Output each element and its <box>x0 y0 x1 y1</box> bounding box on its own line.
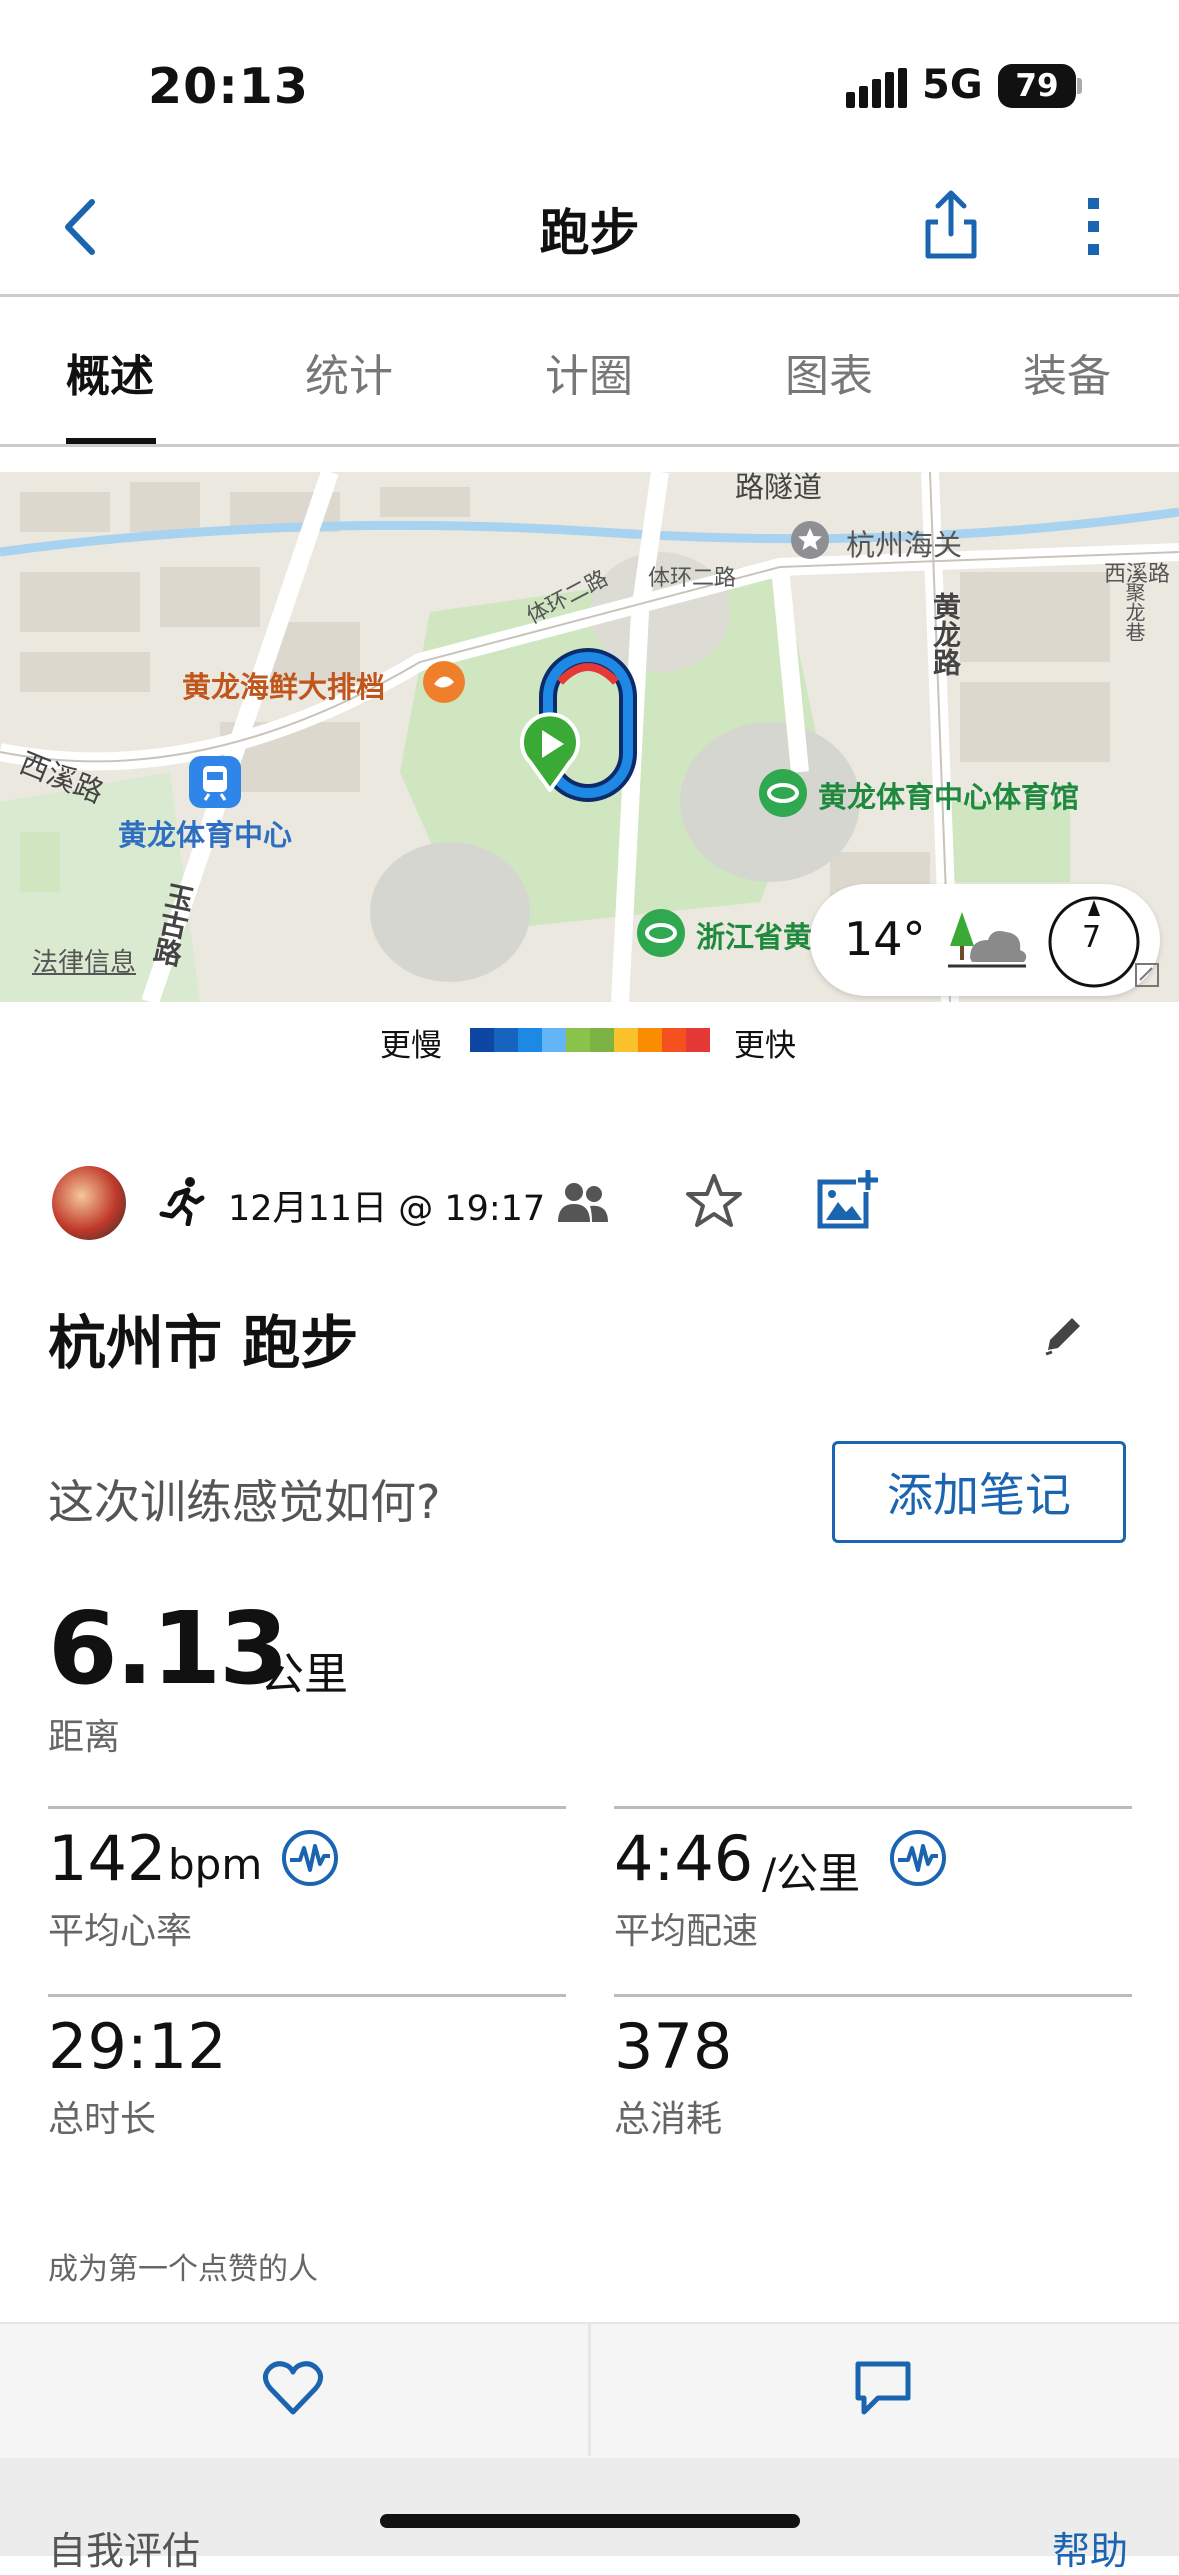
divider <box>614 1994 1132 1997</box>
help-link[interactable]: 帮助 <box>1052 2520 1128 2575</box>
footer-divider <box>588 2324 591 2456</box>
start-marker-icon <box>520 712 580 792</box>
legend-color-swatch <box>590 1028 614 1052</box>
duration-label: 总时长 <box>48 2099 157 2140</box>
stadium-poi-icon <box>637 909 685 957</box>
route-map[interactable]: 路隧道 杭州海关 西溪路 体环二路 体环二路 聚龙巷 黄龙路 黄龙海鲜大排档 西… <box>0 472 1179 1002</box>
calories-label: 总消耗 <box>614 2099 723 2140</box>
wind-speed: 7 <box>1082 920 1102 955</box>
tab-overview[interactable]: 概述 <box>30 340 190 404</box>
legend-faster: 更快 <box>734 1028 796 1064</box>
distance-value: 6.13 <box>48 1590 289 1707</box>
map-label-juyuan: 聚龙巷 <box>1122 582 1146 642</box>
activity-title: 杭州市 跑步 <box>48 1309 359 1377</box>
pace-unit: /公里 <box>762 1849 861 1898</box>
add-note-button[interactable]: 添加笔记 <box>832 1441 1126 1543</box>
weather-widget[interactable]: 14° 7 <box>810 884 1160 996</box>
gym-poi-icon <box>759 769 807 817</box>
legend-color-swatch <box>542 1028 566 1052</box>
legend-slower: 更慢 <box>380 1028 442 1064</box>
comment-icon[interactable] <box>854 2360 912 2416</box>
legend-color-swatch <box>686 1028 710 1052</box>
distance-unit: 公里 <box>260 1649 348 1700</box>
likes-text: 成为第一个点赞的人 <box>48 2252 318 2287</box>
nav-divider <box>0 294 1179 297</box>
heart-rate-unit: bpm <box>168 1840 263 1889</box>
customs-poi-icon <box>791 521 829 559</box>
restaurant-poi-icon <box>423 661 465 703</box>
legend-color-swatch <box>662 1028 686 1052</box>
tab-laps[interactable]: 计圈 <box>509 340 669 404</box>
legend-color-swatch <box>470 1028 494 1052</box>
edit-icon[interactable] <box>1040 1312 1086 1358</box>
divider <box>48 1806 566 1809</box>
pace-legend-bar <box>470 1028 710 1052</box>
signal-icon <box>846 68 907 108</box>
feel-question: 这次训练感觉如何? <box>48 1475 441 1529</box>
map-label-tihuan-2: 体环二路 <box>648 566 737 591</box>
map-label-road-top: 路隧道 <box>735 472 823 504</box>
page-title: 跑步 <box>539 204 640 262</box>
battery-indicator: 79 <box>998 64 1076 108</box>
status-time: 20:13 <box>148 58 309 115</box>
pace-label: 平均配速 <box>614 1911 759 1952</box>
distance-label: 距离 <box>48 1717 121 1758</box>
map-label-gym: 黄龙体育中心体育馆 <box>818 780 1080 814</box>
network-type: 5G <box>922 62 983 108</box>
legend-color-swatch <box>638 1028 662 1052</box>
star-icon[interactable] <box>684 1172 744 1230</box>
activity-date: 12月11日 @ 19:17 <box>228 1189 546 1229</box>
legend-color-swatch <box>494 1028 518 1052</box>
self-evaluation-label: 自我评估 <box>48 2529 201 2573</box>
running-icon <box>159 1177 205 1226</box>
weather-temperature: 14° <box>844 912 926 966</box>
share-icon[interactable] <box>920 188 982 260</box>
tab-gear[interactable]: 装备 <box>987 340 1147 404</box>
pace-value: 4:46 <box>614 1822 754 1895</box>
heart-rate-info-icon[interactable] <box>280 1828 340 1888</box>
tab-charts[interactable]: 图表 <box>749 340 909 404</box>
heart-rate-label: 平均心率 <box>48 1911 193 1952</box>
people-icon[interactable] <box>556 1182 610 1224</box>
map-label-huanglong-road: 黄龙路 <box>929 592 962 676</box>
divider <box>48 1994 566 1997</box>
legend-color-swatch <box>518 1028 542 1052</box>
heart-rate-value: 142 <box>48 1822 167 1895</box>
map-label-restaurant: 黄龙海鲜大排档 <box>182 670 386 704</box>
like-heart-icon[interactable] <box>262 2360 324 2416</box>
metro-station-icon <box>189 756 241 808</box>
map-info-icon[interactable] <box>1132 960 1162 990</box>
legal-info-link[interactable]: 法律信息 <box>32 942 136 979</box>
cloudy-icon <box>948 912 1027 968</box>
map-label-metro: 黄龙体育中心 <box>118 818 293 852</box>
tabs-divider <box>0 444 1179 447</box>
tab-stats[interactable]: 统计 <box>269 340 429 404</box>
calories-value: 378 <box>614 2010 733 2083</box>
add-photo-icon[interactable] <box>816 1168 880 1232</box>
battery-cap <box>1077 78 1082 94</box>
home-indicator[interactable] <box>380 2514 800 2528</box>
legend-color-swatch <box>566 1028 590 1052</box>
avatar[interactable] <box>52 1166 126 1240</box>
duration-value: 29:12 <box>48 2010 227 2083</box>
map-label-customs: 杭州海关 <box>846 528 963 562</box>
pace-info-icon[interactable] <box>888 1828 948 1888</box>
legend-color-swatch <box>614 1028 638 1052</box>
more-icon[interactable] <box>1086 196 1102 258</box>
map-label-province: 浙江省黄 <box>696 920 813 954</box>
divider <box>614 1806 1132 1809</box>
